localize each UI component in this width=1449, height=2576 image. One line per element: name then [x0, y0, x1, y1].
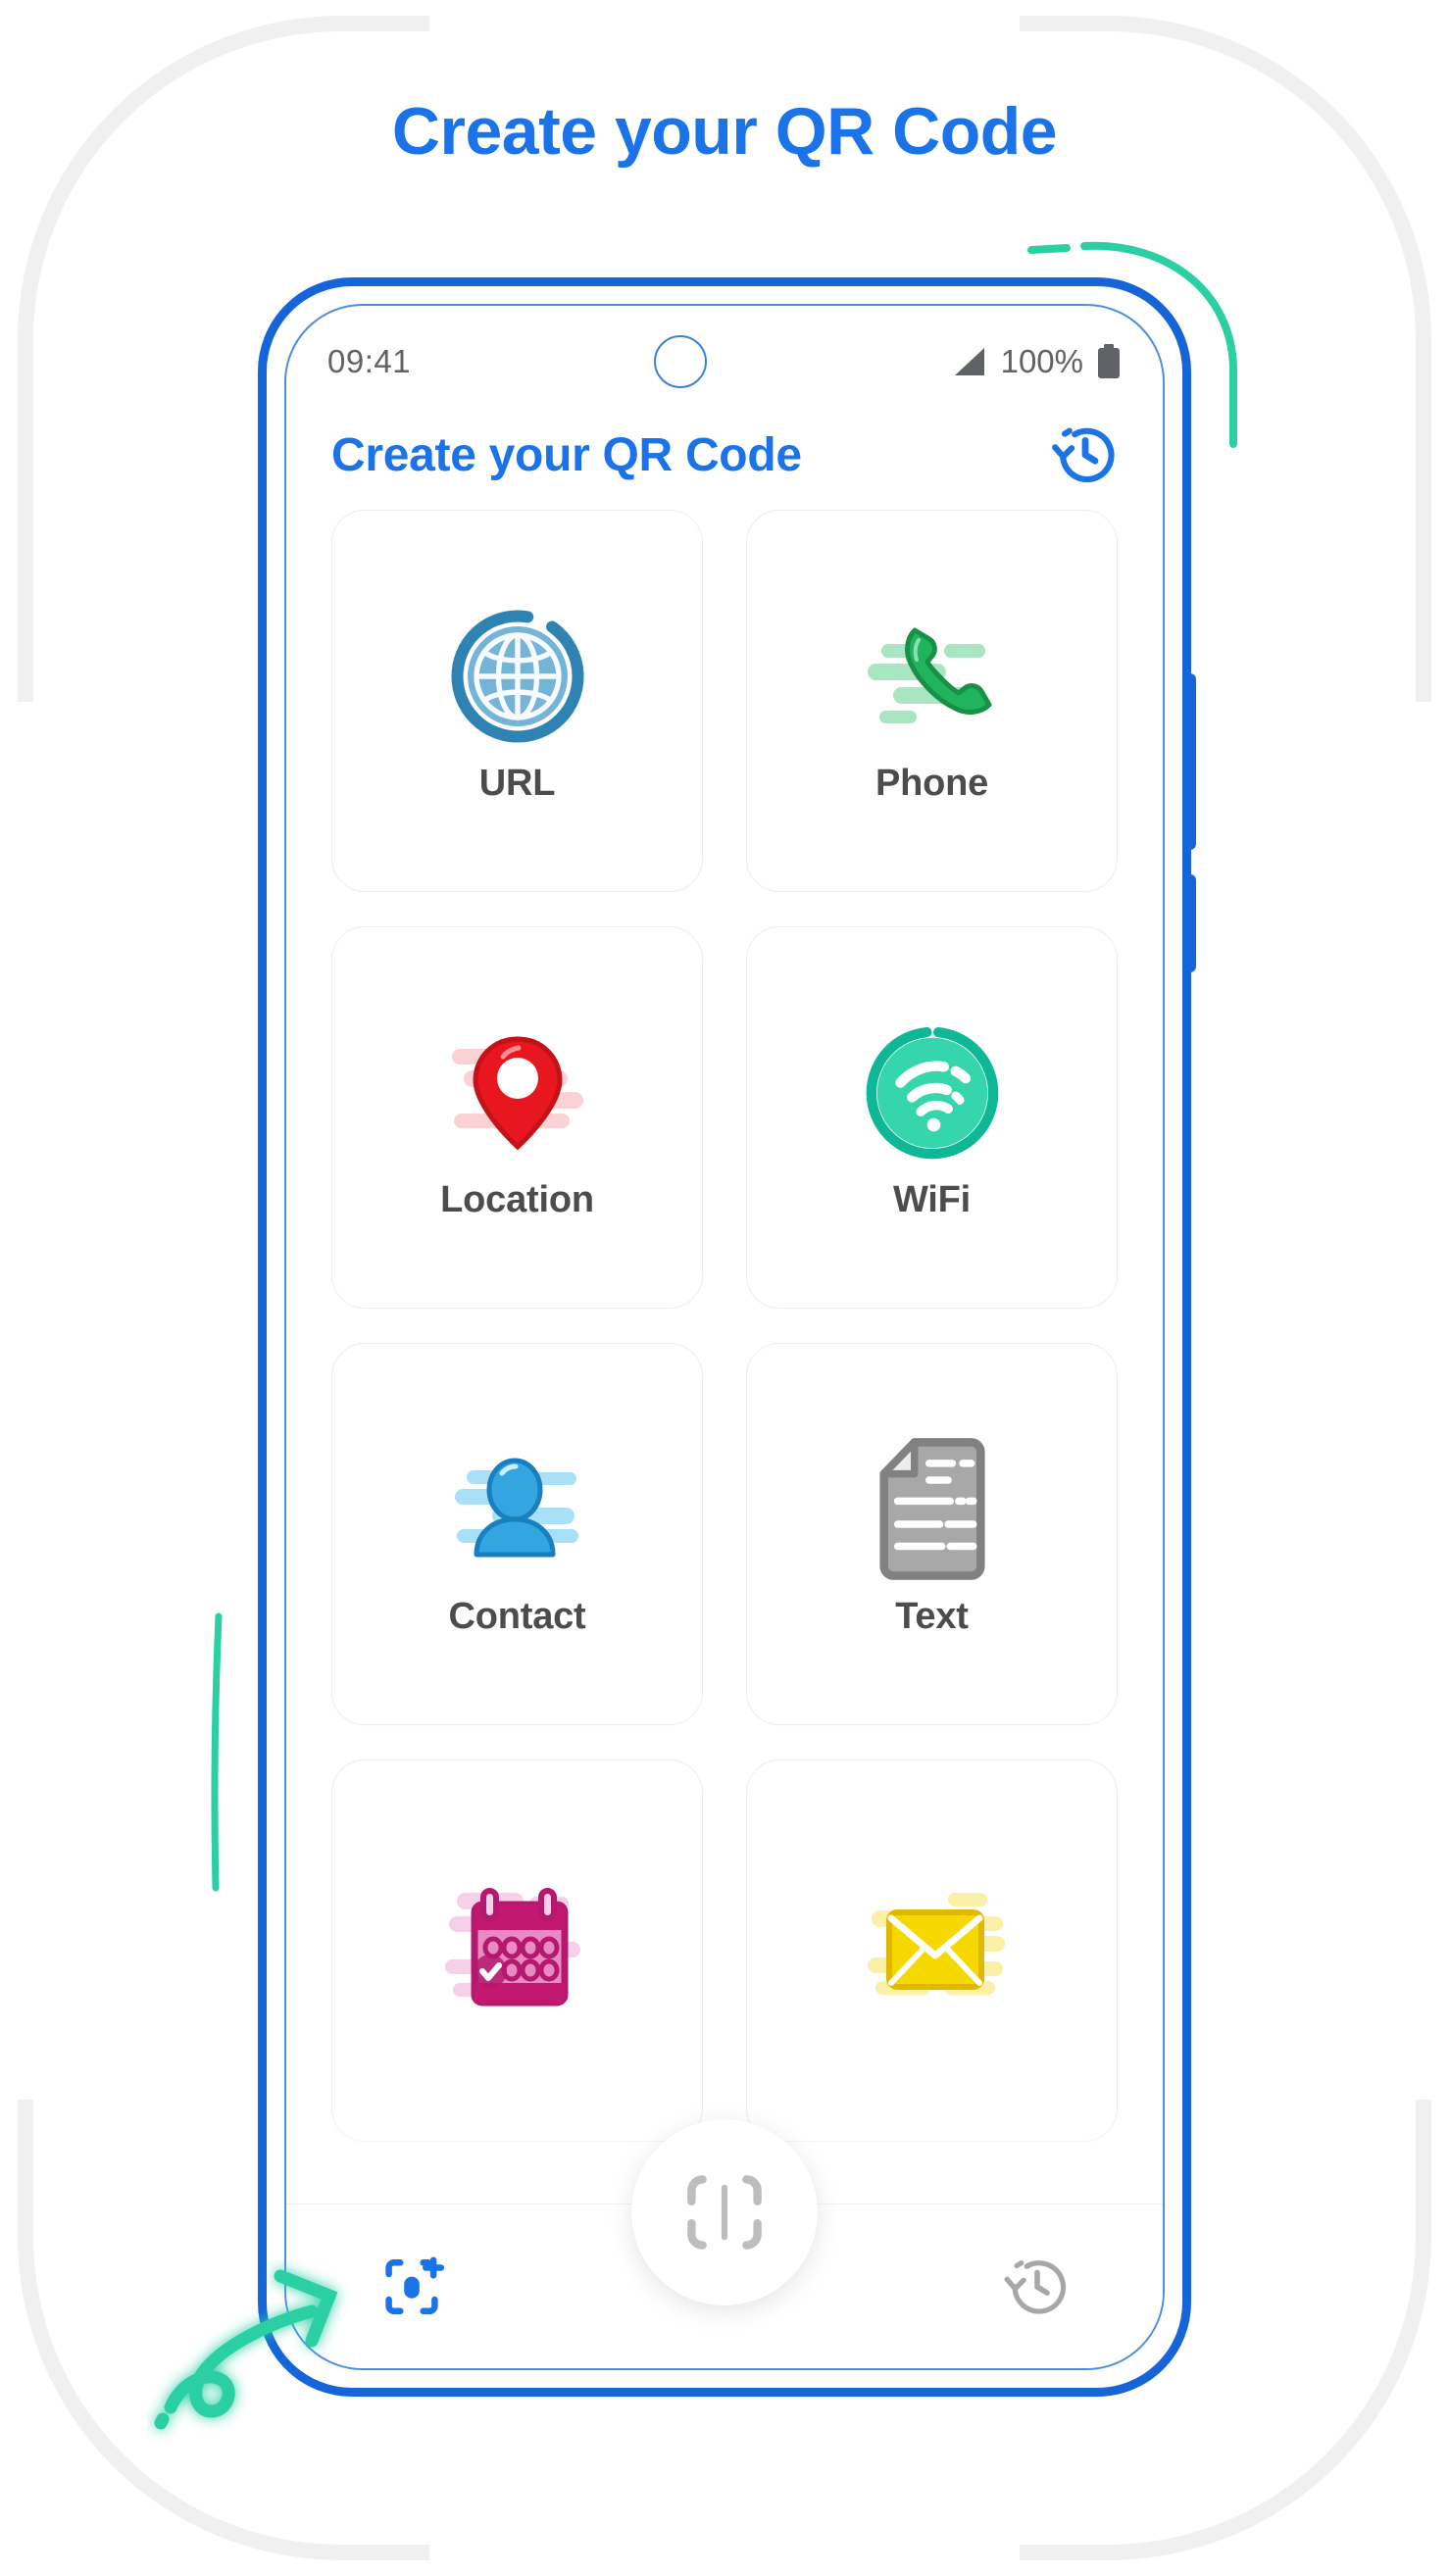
history-clock-icon: [1004, 2259, 1067, 2314]
calendar-icon: [425, 1868, 611, 2025]
qr-type-grid: URL Phone Location WiFi Contact Text: [331, 510, 1118, 2142]
phone-mockup: 09:41 100% Create your QR Code URL Phone…: [258, 277, 1196, 2397]
page-title: Create your QR Code: [391, 94, 1058, 169]
wifi-icon: [839, 1015, 1025, 1171]
qr-type-label: Phone: [874, 762, 989, 804]
qr-type-label: Contact: [448, 1595, 586, 1637]
qr-type-label: URL: [478, 762, 556, 804]
app-header: Create your QR Code: [286, 400, 1163, 510]
phone-volume-button[interactable]: [1187, 673, 1196, 850]
phone-screen: 09:41 100% Create your QR Code URL Phone…: [284, 304, 1165, 2370]
screenshot-stage: Create your QR Code 09:41 100% Create yo…: [0, 0, 1449, 2576]
status-bar-time: 09:41: [327, 343, 412, 379]
front-camera-punchhole-icon: [654, 335, 708, 388]
qr-type-card-contact[interactable]: Contact: [331, 1343, 703, 1725]
phone-power-button[interactable]: [1187, 874, 1196, 972]
nav-history-button[interactable]: [992, 2242, 1082, 2332]
qr-type-card-phone[interactable]: Phone: [746, 510, 1118, 892]
qr-type-card-url[interactable]: URL: [331, 510, 703, 892]
qr-type-card-event[interactable]: [331, 1759, 703, 2142]
scan-frame-icon: [687, 2175, 762, 2250]
globe-icon: [425, 598, 611, 755]
qr-type-grid-scroll[interactable]: URL Phone Location WiFi Contact Text: [286, 510, 1163, 2368]
envelope-icon: [839, 1868, 1025, 2025]
battery-percent-label: 100%: [1000, 343, 1083, 379]
history-clock-icon[interactable]: [1049, 419, 1122, 491]
qr-type-card-email[interactable]: [746, 1759, 1118, 2142]
qr-type-card-location[interactable]: Location: [331, 926, 703, 1309]
qr-type-label: Text: [895, 1595, 969, 1637]
app-title: Create your QR Code: [331, 428, 802, 481]
battery-full-icon: [1098, 344, 1120, 378]
qr-type-card-wifi[interactable]: WiFi: [746, 926, 1118, 1309]
scan-fab-button[interactable]: [631, 2119, 818, 2305]
person-icon: [425, 1431, 611, 1588]
document-icon: [839, 1431, 1025, 1588]
status-bar: 09:41 100%: [286, 323, 1163, 400]
signal-triangle-icon: [954, 348, 984, 375]
status-bar-indicators: 100%: [951, 343, 1122, 380]
qr-type-label: WiFi: [892, 1178, 972, 1220]
map-pin-icon: [425, 1015, 611, 1171]
qr-create-scan-icon: [385, 2255, 445, 2314]
qr-type-card-text[interactable]: Text: [746, 1343, 1118, 1725]
curly-arrow-icon: [154, 2269, 338, 2430]
green-line-decoration: [211, 1612, 223, 1892]
qr-type-label: Location: [440, 1178, 594, 1220]
phone-icon: [839, 598, 1025, 755]
